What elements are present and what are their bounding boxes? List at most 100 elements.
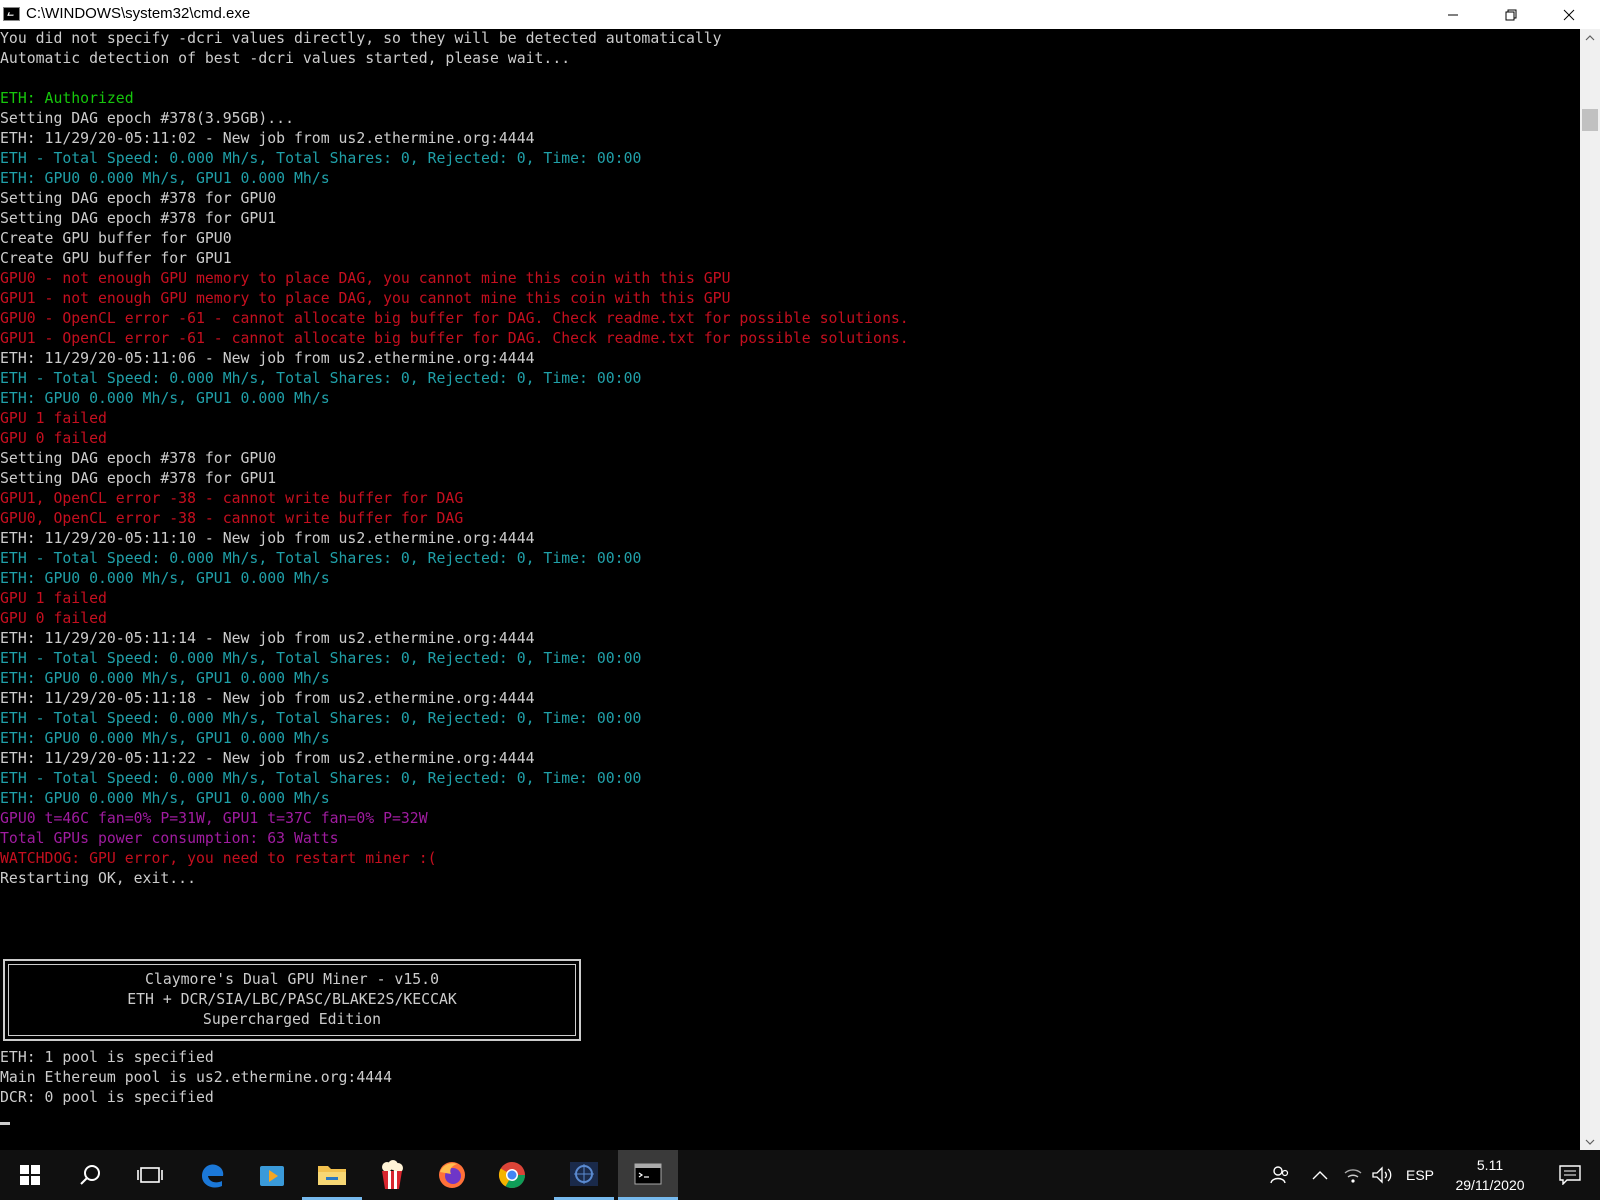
media-player-icon xyxy=(260,1166,284,1186)
cmd-icon xyxy=(634,1163,662,1184)
console-line: ETH: 11/29/20-05:11:14 - New job from us… xyxy=(0,630,535,647)
console-line: ETH - Total Speed: 0.000 Mh/s, Total Sha… xyxy=(0,150,642,167)
miner-app-icon xyxy=(570,1161,598,1186)
console-line: ETH: GPU0 0.000 Mh/s, GPU1 0.000 Mh/s xyxy=(0,390,330,407)
restore-icon xyxy=(1505,9,1517,20)
taskbar-app-popcorn[interactable] xyxy=(362,1150,422,1200)
miner-banner: Claymore's Dual GPU Miner - v15.0 ETH + … xyxy=(3,959,581,1041)
scrollbar-thumb[interactable] xyxy=(1582,109,1598,131)
popcorn-icon xyxy=(382,1160,403,1189)
close-icon xyxy=(1563,9,1575,20)
banner-text: Claymore's Dual GPU Miner - v15.0 ETH + … xyxy=(5,970,579,1030)
chevron-down-icon xyxy=(1585,1139,1595,1145)
firefox-icon xyxy=(439,1162,465,1188)
console-line: DCR: 0 pool is specified xyxy=(0,1089,214,1106)
search-icon xyxy=(80,1165,100,1185)
speaker-icon xyxy=(1372,1166,1392,1184)
console-line: Total GPUs power consumption: 63 Watts xyxy=(0,830,339,847)
console-line: GPU0 t=46C fan=0% P=31W, GPU1 t=37C fan=… xyxy=(0,810,428,827)
console-line: GPU 1 failed xyxy=(0,590,107,607)
search-button[interactable] xyxy=(60,1150,120,1200)
console-line: GPU1, OpenCL error -38 - cannot write bu… xyxy=(0,490,464,507)
taskbar-app-edge[interactable] xyxy=(182,1150,242,1200)
console-line: Create GPU buffer for GPU0 xyxy=(0,230,232,247)
console-line: GPU1 - not enough GPU memory to place DA… xyxy=(0,290,731,307)
console-line: ETH - Total Speed: 0.000 Mh/s, Total Sha… xyxy=(0,370,642,387)
console-line: WATCHDOG: GPU error, you need to restart… xyxy=(0,850,437,867)
taskbar-app-firefox[interactable] xyxy=(422,1150,482,1200)
network-button[interactable] xyxy=(1340,1150,1366,1200)
chrome-icon xyxy=(498,1162,526,1189)
taskbar-app-cmd[interactable] xyxy=(618,1150,678,1200)
clock-time: 5.11 xyxy=(1476,1157,1504,1173)
people-button[interactable] xyxy=(1264,1150,1296,1200)
start-button[interactable] xyxy=(0,1150,60,1200)
wifi-icon xyxy=(1344,1169,1362,1183)
console-line: Create GPU buffer for GPU1 xyxy=(0,250,232,267)
console-line: ETH - Total Speed: 0.000 Mh/s, Total Sha… xyxy=(0,550,642,567)
scroll-up-button[interactable] xyxy=(1580,29,1600,46)
clock-date: 29/11/2020 xyxy=(1455,1177,1525,1193)
console-line: GPU0 - OpenCL error -61 - cannot allocat… xyxy=(0,310,909,327)
console-line: ETH: GPU0 0.000 Mh/s, GPU1 0.000 Mh/s xyxy=(0,670,330,687)
restore-button[interactable] xyxy=(1482,0,1540,29)
console-line: ETH: Authorized xyxy=(0,90,134,107)
console-output[interactable]: You did not specify -dcri values directl… xyxy=(0,29,1580,1150)
edge-icon xyxy=(202,1164,224,1188)
people-icon xyxy=(1270,1166,1289,1184)
taskbar-app-media[interactable] xyxy=(242,1150,302,1200)
task-view-icon xyxy=(137,1167,163,1183)
console-line: GPU 0 failed xyxy=(0,610,107,627)
taskbar-app-miner[interactable] xyxy=(554,1150,614,1200)
console-line: ETH - Total Speed: 0.000 Mh/s, Total Sha… xyxy=(0,650,642,667)
console-line: ETH: 11/29/20-05:11:02 - New job from us… xyxy=(0,130,535,147)
console-line: Setting DAG epoch #378 for GPU1 xyxy=(0,210,277,227)
action-center-button[interactable] xyxy=(1548,1150,1592,1200)
start-windows-icon xyxy=(20,1165,40,1185)
scroll-down-button[interactable] xyxy=(1580,1133,1600,1150)
console-line: GPU0, OpenCL error -38 - cannot write bu… xyxy=(0,510,464,527)
taskbar: ESP 5.11 29/11/2020 xyxy=(0,1150,1600,1200)
text-cursor xyxy=(0,1122,10,1125)
console-line: ETH: GPU0 0.000 Mh/s, GPU1 0.000 Mh/s xyxy=(0,730,330,747)
banner-title: Claymore's Dual GPU Miner - v15.0 xyxy=(145,971,439,988)
console-line: Restarting OK, exit... xyxy=(0,870,196,887)
banner-algorithms: ETH + DCR/SIA/LBC/PASC/BLAKE2S/KECCAK xyxy=(127,991,457,1008)
chevron-up-icon xyxy=(1312,1171,1328,1180)
console-line: GPU0 - not enough GPU memory to place DA… xyxy=(0,270,731,287)
console-line: GPU 1 failed xyxy=(0,410,107,427)
cmd-icon xyxy=(3,7,20,21)
console-line: ETH: GPU0 0.000 Mh/s, GPU1 0.000 Mh/s xyxy=(0,570,330,587)
console-line: ETH - Total Speed: 0.000 Mh/s, Total Sha… xyxy=(0,770,642,787)
volume-button[interactable] xyxy=(1368,1150,1396,1200)
taskbar-app-chrome[interactable] xyxy=(482,1150,542,1200)
clock[interactable]: 5.11 29/11/2020 xyxy=(1440,1155,1540,1195)
vertical-scrollbar[interactable] xyxy=(1580,29,1600,1150)
file-explorer-icon xyxy=(318,1165,346,1185)
banner-edition: Supercharged Edition xyxy=(202,1011,382,1028)
console-line: ETH: 11/29/20-05:11:10 - New job from us… xyxy=(0,530,535,547)
console-line: ETH: GPU0 0.000 Mh/s, GPU1 0.000 Mh/s xyxy=(0,790,330,807)
console-line: Setting DAG epoch #378 for GPU0 xyxy=(0,450,277,467)
input-language-button[interactable]: ESP xyxy=(1402,1150,1438,1200)
console-line: GPU1 - OpenCL error -61 - cannot allocat… xyxy=(0,330,909,347)
console-line: GPU 0 failed xyxy=(0,430,107,447)
task-view-button[interactable] xyxy=(120,1150,180,1200)
console-line: ETH: GPU0 0.000 Mh/s, GPU1 0.000 Mh/s xyxy=(0,170,330,187)
notification-icon xyxy=(1559,1165,1581,1185)
console-line: ETH: 1 pool is specified xyxy=(0,1049,214,1066)
console-line: Setting DAG epoch #378(3.95GB)... xyxy=(0,110,294,127)
window-title: C:\WINDOWS\system32\cmd.exe xyxy=(26,5,251,22)
taskbar-app-explorer[interactable] xyxy=(302,1150,362,1200)
minimize-button[interactable] xyxy=(1424,0,1482,29)
show-hidden-icons-button[interactable] xyxy=(1306,1150,1334,1200)
console-line: You did not specify -dcri values directl… xyxy=(0,30,722,47)
console-line: Setting DAG epoch #378 for GPU0 xyxy=(0,190,277,207)
console-line: ETH: 11/29/20-05:11:22 - New job from us… xyxy=(0,750,535,767)
chevron-up-icon xyxy=(1585,34,1595,40)
close-button[interactable] xyxy=(1540,0,1598,29)
minimize-icon xyxy=(1448,14,1458,15)
title-bar[interactable]: C:\WINDOWS\system32\cmd.exe xyxy=(0,0,1600,29)
console-log-after-banner: ETH: 1 pool is specified Main Ethereum po… xyxy=(0,1048,392,1108)
